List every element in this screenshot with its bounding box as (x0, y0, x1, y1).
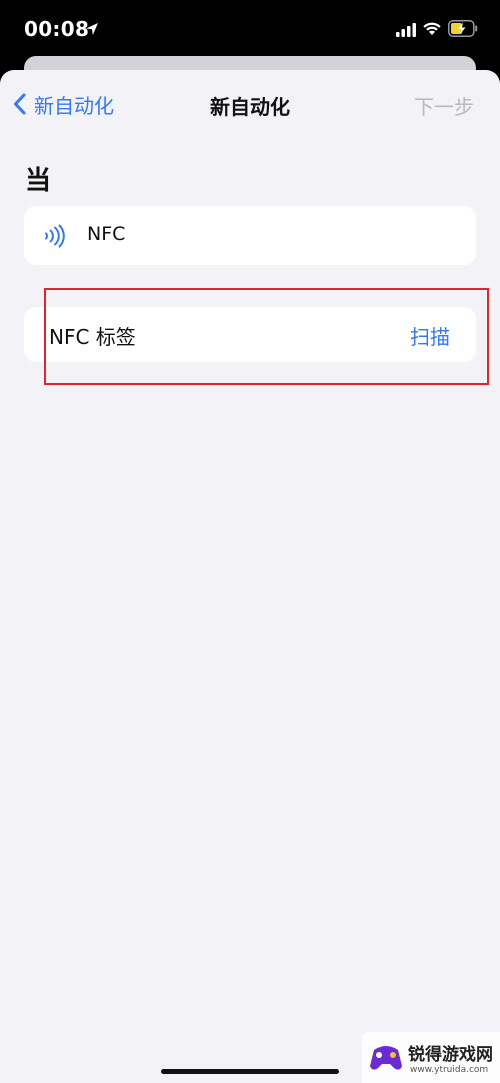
watermark-name: 锐得游戏网 (408, 1045, 493, 1065)
automation-sheet: 新自动化 新自动化 下一步 当 NFC NFC 标签 扫描 (0, 70, 500, 1083)
phone-screen: 00:08 新自动化 新自动化 下一步 当 NFC NFC 标签 扫描 锐得游戏… (0, 0, 500, 1083)
trigger-label: NFC (87, 223, 126, 245)
highlight-annotation-box (44, 288, 489, 385)
status-bar: 00:08 (0, 0, 500, 62)
home-indicator (161, 1069, 339, 1074)
navigation-bar: 新自动化 新自动化 下一步 (0, 70, 500, 138)
wifi-icon (423, 22, 441, 35)
cellular-signal-icon (396, 23, 416, 37)
battery-charging-icon (448, 20, 478, 37)
next-button[interactable]: 下一步 (414, 91, 474, 120)
status-time: 00:08 (24, 17, 90, 41)
gamepad-logo-icon (370, 1046, 402, 1070)
watermark-url: www.ytruida.com (410, 1065, 489, 1075)
section-title: 当 (25, 166, 52, 196)
location-arrow-icon (86, 23, 98, 35)
watermark: 锐得游戏网 www.ytruida.com (362, 1032, 500, 1083)
trigger-card[interactable]: NFC (24, 206, 476, 265)
nfc-icon (45, 224, 65, 248)
